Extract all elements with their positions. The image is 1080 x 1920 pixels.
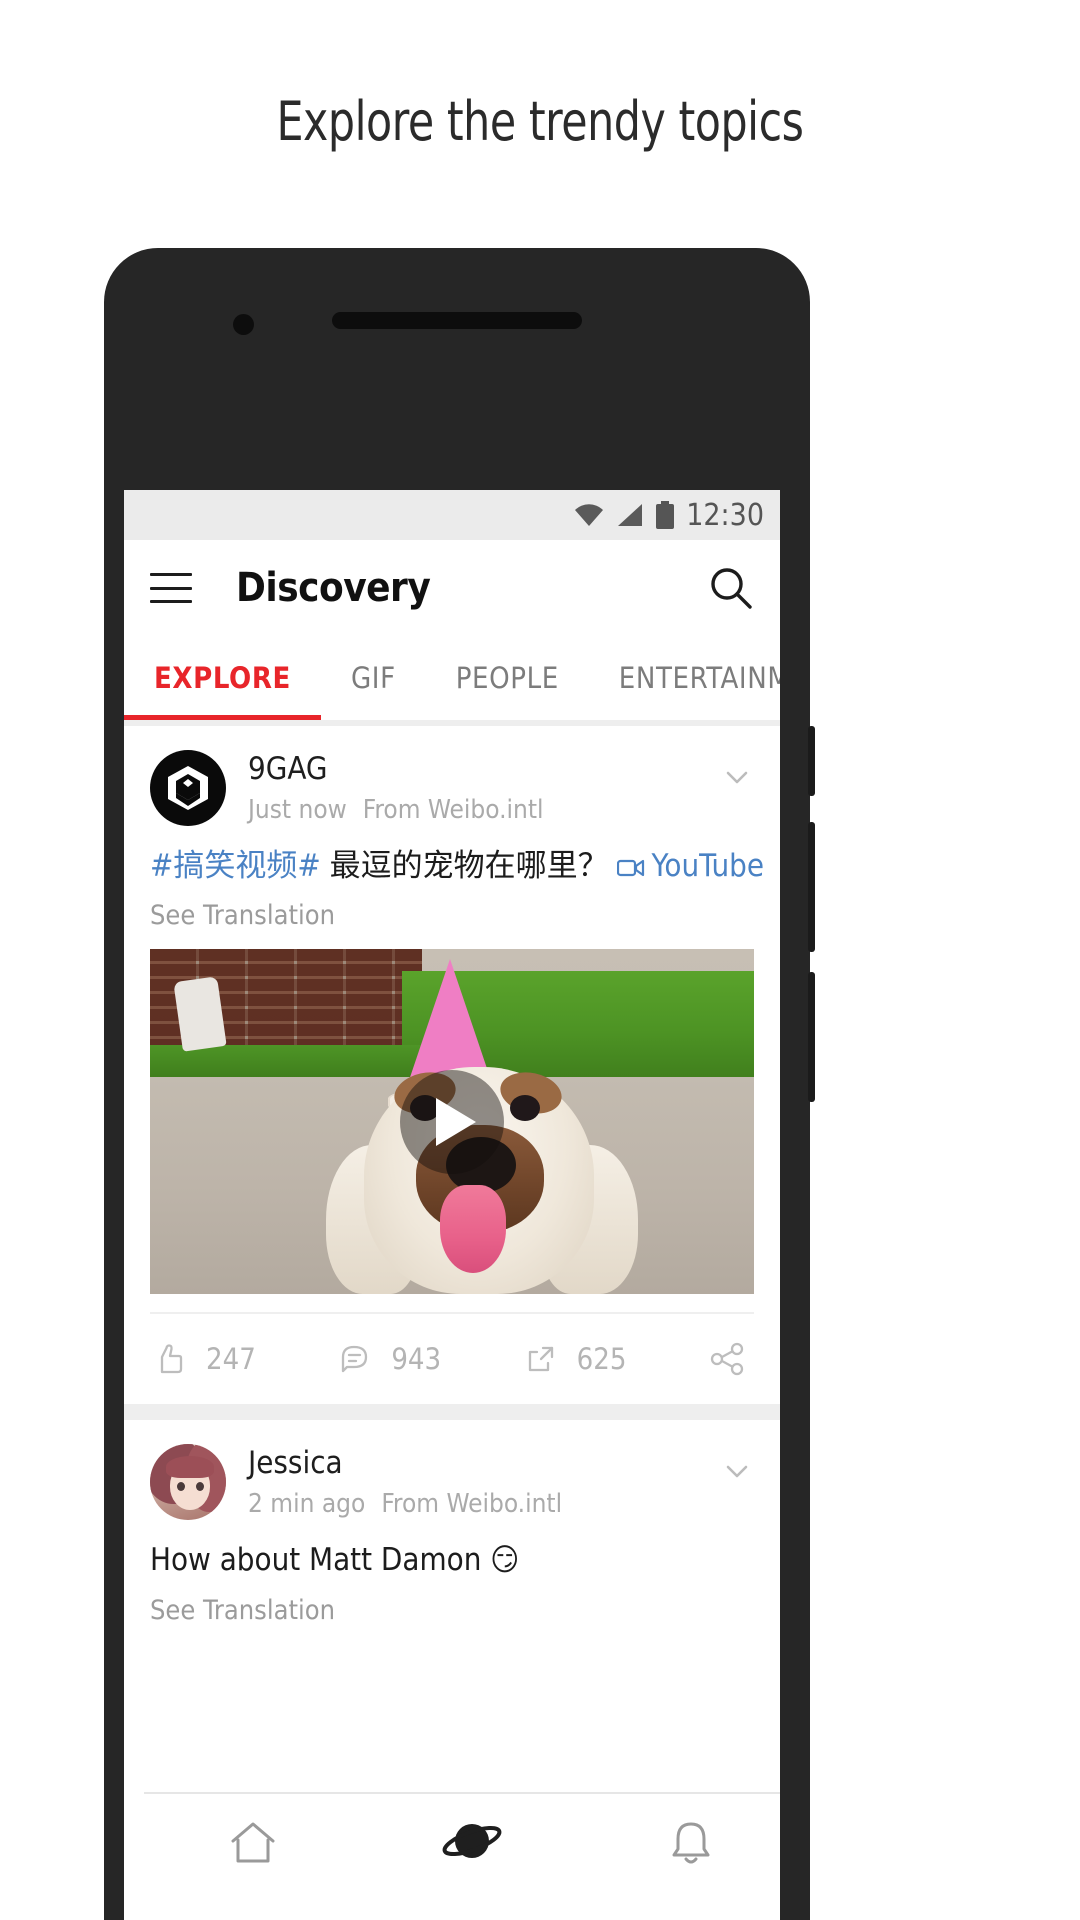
bottom-navigation-bar xyxy=(144,1792,780,1892)
tab-entertainment-label: ENTERTAINME xyxy=(618,661,780,695)
phone-top-bezel xyxy=(104,248,810,490)
feed-list: 9GAG Just now From Weibo.intl #搞笑视频# 最逗的宠… xyxy=(124,726,780,1626)
status-bar: 12:30 xyxy=(124,490,780,540)
app-bar-title: Discovery xyxy=(236,565,431,611)
post-subtitle: Just now From Weibo.intl xyxy=(248,795,720,825)
like-button[interactable]: 247 xyxy=(150,1339,335,1379)
volume-up-button[interactable] xyxy=(808,822,815,952)
repost-button[interactable]: 625 xyxy=(521,1339,706,1379)
post-body: 最逗的宠物在哪里？ xyxy=(329,848,609,884)
post-meta: Jessica 2 min ago From Weibo.intl xyxy=(248,1444,720,1519)
post-source: From Weibo.intl xyxy=(381,1489,563,1520)
hamburger-menu-icon[interactable] xyxy=(150,573,192,603)
nav-home[interactable] xyxy=(193,1793,313,1893)
post-link-youtube[interactable]: YouTube xyxy=(651,848,764,884)
tab-entertainment[interactable]: ENTERTAINME xyxy=(589,636,780,720)
page-root: Explore the trendy topics 12:30 Discover… xyxy=(0,0,1080,1920)
tab-explore[interactable]: EXPLORE xyxy=(124,636,321,720)
post-hashtag[interactable]: #搞笑视频# xyxy=(150,848,321,884)
tab-people[interactable]: PEOPLE xyxy=(426,636,589,720)
earpiece-speaker xyxy=(332,312,582,329)
see-translation-link[interactable]: See Translation xyxy=(150,1595,754,1626)
post-header: 9GAG Just now From Weibo.intl xyxy=(150,726,754,826)
post-meta: 9GAG Just now From Weibo.intl xyxy=(248,750,720,825)
see-translation-link[interactable]: See Translation xyxy=(150,900,754,931)
post-header: Jessica 2 min ago From Weibo.intl xyxy=(150,1420,754,1521)
phone-mockup: 12:30 Discovery EXPLORE GIF PEOPLE ENTER… xyxy=(104,248,815,1920)
post-time: Just now xyxy=(248,794,347,825)
post-source: From Weibo.intl xyxy=(362,794,544,825)
post-time: 2 min ago xyxy=(248,1489,366,1520)
post-text: #搞笑视频# 最逗的宠物在哪里？ YouTube xyxy=(150,846,764,886)
feed-post-jessica[interactable]: Jessica 2 min ago From Weibo.intl How abo… xyxy=(124,1420,780,1626)
search-icon[interactable] xyxy=(708,565,754,611)
battery-icon xyxy=(656,501,675,529)
avatar[interactable] xyxy=(150,750,226,826)
chevron-down-icon[interactable] xyxy=(720,760,754,794)
post-subtitle: 2 min ago From Weibo.intl xyxy=(248,1489,720,1519)
post-media-video[interactable] xyxy=(150,949,754,1295)
page-title: Explore the trendy topics xyxy=(276,90,804,153)
tab-gif-label: GIF xyxy=(350,661,396,695)
tab-people-label: PEOPLE xyxy=(455,661,559,695)
post-action-bar: 247 943 625 xyxy=(150,1312,754,1404)
comment-count: 943 xyxy=(391,1342,442,1377)
post-username[interactable]: 9GAG xyxy=(248,750,720,789)
comment-button[interactable]: 943 xyxy=(335,1339,520,1379)
tab-bar: EXPLORE GIF PEOPLE ENTERTAINME xyxy=(124,636,780,720)
tab-gif[interactable]: GIF xyxy=(321,636,426,720)
tab-explore-label: EXPLORE xyxy=(154,661,291,695)
video-camera-icon xyxy=(617,858,645,878)
nav-discover[interactable] xyxy=(412,1793,532,1893)
volume-down-button[interactable] xyxy=(808,972,815,1102)
signal-icon xyxy=(616,503,644,527)
share-button[interactable] xyxy=(706,1339,754,1379)
like-count: 247 xyxy=(206,1342,256,1377)
chevron-down-icon[interactable] xyxy=(720,1454,754,1488)
front-camera-icon xyxy=(233,314,254,335)
app-bar: Discovery xyxy=(124,540,780,636)
phone-screen: 12:30 Discovery EXPLORE GIF PEOPLE ENTER… xyxy=(124,490,780,1920)
feed-post-9gag[interactable]: 9GAG Just now From Weibo.intl #搞笑视频# 最逗的宠… xyxy=(124,726,780,1405)
post-divider xyxy=(124,1404,780,1421)
avatar[interactable] xyxy=(150,1444,226,1521)
power-button[interactable] xyxy=(808,726,815,796)
wifi-icon xyxy=(574,503,604,527)
repost-count: 625 xyxy=(576,1342,627,1377)
post-text: How about Matt Damon 😏 xyxy=(150,1542,520,1579)
status-bar-time: 12:30 xyxy=(686,497,764,533)
post-username[interactable]: Jessica xyxy=(248,1444,720,1483)
play-icon[interactable] xyxy=(400,1069,504,1174)
nav-notifications[interactable] xyxy=(631,1793,751,1893)
